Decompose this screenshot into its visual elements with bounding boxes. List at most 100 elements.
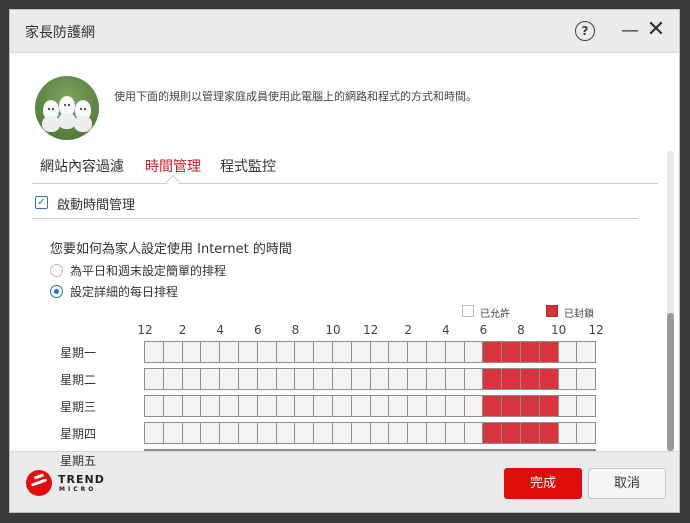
schedule-cell[interactable] [350, 368, 371, 390]
schedule-cell[interactable] [313, 368, 333, 390]
schedule-cell[interactable] [557, 449, 578, 451]
help-icon[interactable]: ? [575, 21, 595, 41]
schedule-cell[interactable] [294, 368, 315, 390]
schedule-cell[interactable] [538, 449, 559, 451]
schedule-cell[interactable] [557, 422, 578, 444]
schedule-cell[interactable] [520, 422, 540, 444]
schedule-cell[interactable] [576, 422, 597, 444]
close-icon[interactable]: ✕ [646, 19, 666, 41]
scrollbar[interactable] [667, 151, 674, 451]
schedule-cell[interactable] [501, 449, 521, 451]
schedule-cell[interactable] [576, 368, 597, 390]
schedule-cell[interactable] [181, 395, 202, 417]
schedule-cell[interactable] [350, 341, 371, 363]
schedule-cell[interactable] [444, 449, 465, 451]
minimize-icon[interactable]: — [621, 20, 639, 42]
schedule-cell[interactable] [407, 341, 427, 363]
schedule-cell[interactable] [332, 395, 352, 417]
schedule-cell[interactable] [388, 341, 409, 363]
schedule-cell[interactable] [294, 395, 315, 417]
schedule-cell[interactable] [181, 341, 202, 363]
schedule-cell[interactable] [369, 449, 390, 451]
schedule-cell[interactable] [275, 395, 296, 417]
schedule-cell[interactable] [219, 449, 239, 451]
schedule-cell[interactable] [369, 341, 390, 363]
schedule-cell[interactable] [181, 368, 202, 390]
schedule-cell[interactable] [576, 395, 597, 417]
done-button[interactable]: 完成 [504, 468, 582, 499]
schedule-cell[interactable] [463, 449, 484, 451]
schedule-cell[interactable] [463, 422, 484, 444]
schedule-cell[interactable] [256, 449, 277, 451]
schedule-cell[interactable] [501, 395, 521, 417]
schedule-cell[interactable] [313, 449, 333, 451]
schedule-cell[interactable] [538, 368, 559, 390]
schedule-cell[interactable] [200, 449, 221, 451]
schedule-cell[interactable] [369, 368, 390, 390]
schedule-cell[interactable] [482, 368, 503, 390]
schedule-cell[interactable] [219, 341, 239, 363]
schedule-cell[interactable] [162, 449, 183, 451]
schedule-cell[interactable] [162, 341, 183, 363]
schedule-cell[interactable] [576, 341, 597, 363]
schedule-cell[interactable] [388, 395, 409, 417]
schedule-cell[interactable] [350, 449, 371, 451]
tab-program-monitor[interactable]: 程式監控 [220, 156, 276, 176]
schedule-cell[interactable] [332, 341, 352, 363]
cancel-button[interactable]: 取消 [588, 468, 666, 499]
schedule-cell[interactable] [162, 422, 183, 444]
schedule-cell[interactable] [482, 341, 503, 363]
tab-web-filter[interactable]: 網站內容過濾 [40, 156, 124, 176]
schedule-cell[interactable] [444, 368, 465, 390]
schedule-cell[interactable] [444, 341, 465, 363]
schedule-cell[interactable] [144, 395, 164, 417]
schedule-cell[interactable] [426, 368, 446, 390]
schedule-cell[interactable] [219, 395, 239, 417]
radio-simple[interactable] [50, 264, 63, 277]
schedule-cell[interactable] [294, 422, 315, 444]
schedule-cell[interactable] [200, 341, 221, 363]
schedule-cell[interactable] [407, 449, 427, 451]
schedule-cell[interactable] [350, 395, 371, 417]
schedule-cell[interactable] [482, 449, 503, 451]
schedule-cell[interactable] [388, 368, 409, 390]
schedule-cell[interactable] [538, 341, 559, 363]
schedule-cell[interactable] [162, 395, 183, 417]
schedule-cell[interactable] [256, 368, 277, 390]
schedule-cell[interactable] [426, 449, 446, 451]
schedule-cell[interactable] [275, 449, 296, 451]
schedule-cell[interactable] [482, 395, 503, 417]
schedule-cell[interactable] [181, 449, 202, 451]
schedule-cell[interactable] [200, 395, 221, 417]
schedule-cell[interactable] [388, 422, 409, 444]
schedule-cell[interactable] [313, 422, 333, 444]
schedule-cell[interactable] [275, 422, 296, 444]
schedule-cell[interactable] [557, 341, 578, 363]
schedule-cell[interactable] [144, 449, 164, 451]
tab-time-management[interactable]: 時間管理 [145, 156, 201, 176]
schedule-cell[interactable] [444, 422, 465, 444]
schedule-cell[interactable] [238, 422, 258, 444]
schedule-cell[interactable] [332, 368, 352, 390]
schedule-cell[interactable] [200, 368, 221, 390]
schedule-cell[interactable] [294, 341, 315, 363]
schedule-cell[interactable] [520, 368, 540, 390]
schedule-cell[interactable] [313, 341, 333, 363]
schedule-cell[interactable] [501, 422, 521, 444]
schedule-cell[interactable] [238, 368, 258, 390]
schedule-cell[interactable] [407, 368, 427, 390]
schedule-cell[interactable] [388, 449, 409, 451]
schedule-cell[interactable] [256, 422, 277, 444]
schedule-cell[interactable] [275, 341, 296, 363]
schedule-cell[interactable] [219, 368, 239, 390]
schedule-cell[interactable] [463, 368, 484, 390]
schedule-cell[interactable] [332, 449, 352, 451]
schedule-cell[interactable] [407, 395, 427, 417]
schedule-cell[interactable] [200, 422, 221, 444]
schedule-cell[interactable] [350, 422, 371, 444]
schedule-cell[interactable] [538, 395, 559, 417]
schedule-cell[interactable] [501, 341, 521, 363]
schedule-cell[interactable] [482, 422, 503, 444]
schedule-cell[interactable] [275, 368, 296, 390]
schedule-cell[interactable] [238, 341, 258, 363]
